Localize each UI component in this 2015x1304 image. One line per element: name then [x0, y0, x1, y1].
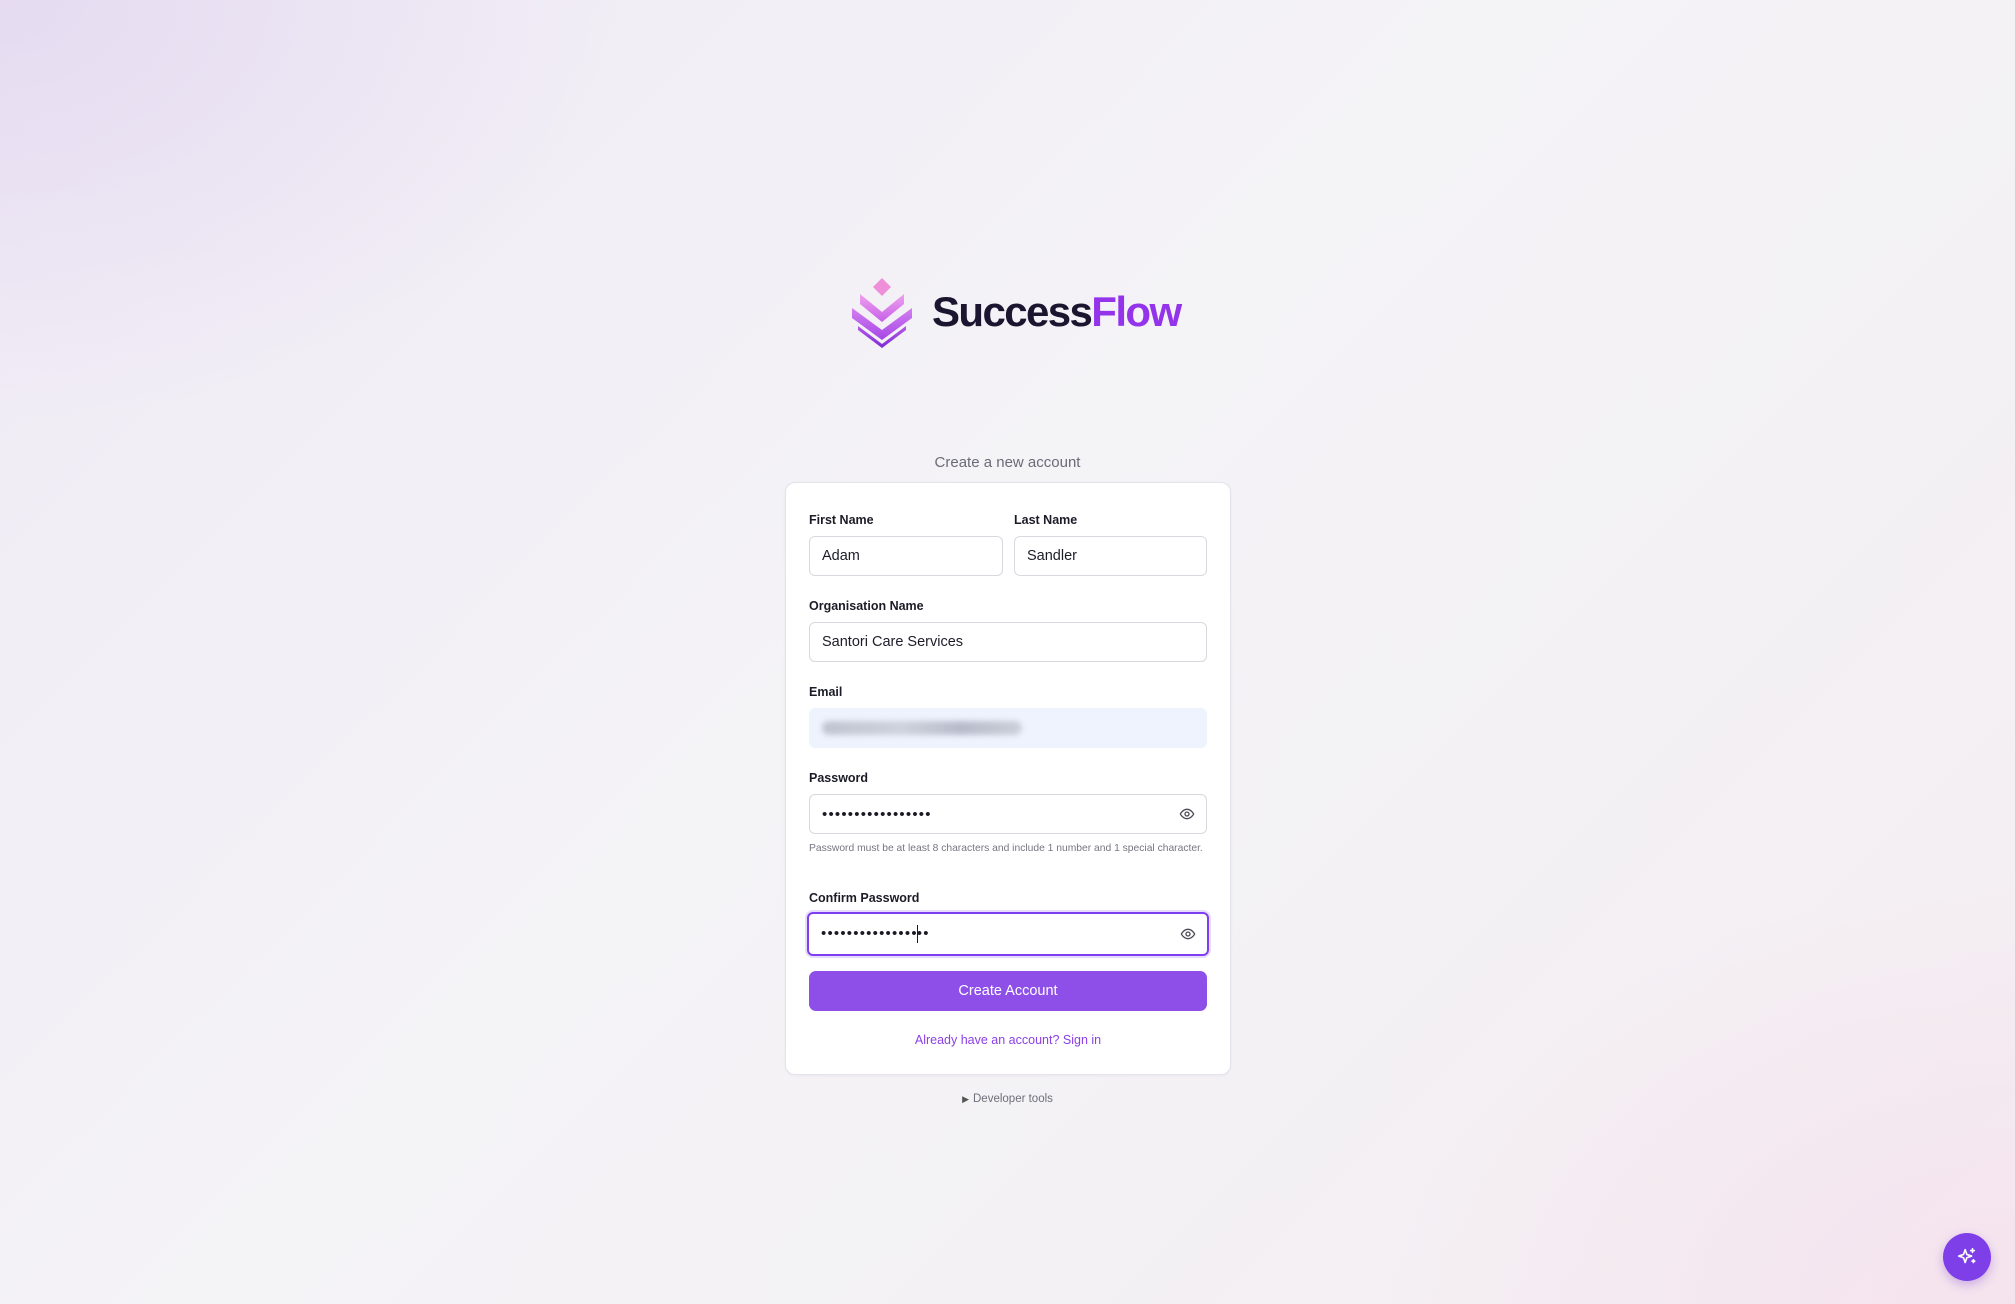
- sparkles-icon: [1957, 1247, 1976, 1264]
- create-account-button[interactable]: Create Account: [809, 971, 1207, 1011]
- first-name-value: Adam: [822, 548, 860, 564]
- password-input[interactable]: •••••••••••••••••: [809, 794, 1207, 834]
- brand-name: SuccessFlow: [932, 288, 1182, 335]
- brand-logo: SuccessFlow: [848, 276, 1182, 348]
- password-label: Password: [809, 771, 869, 785]
- email-input[interactable]: [809, 708, 1207, 748]
- developer-tools-label: Developer tools: [973, 1093, 1053, 1105]
- eye-icon[interactable]: [1179, 925, 1197, 943]
- email-label: Email: [809, 685, 843, 699]
- signup-card: First Name Adam Last Name Sandler Organi…: [785, 482, 1231, 1075]
- confirm-password-input[interactable]: •••••••••••••••••: [807, 912, 1209, 956]
- last-name-input[interactable]: Sandler: [1014, 536, 1207, 576]
- eye-icon[interactable]: [1178, 805, 1196, 823]
- brand-name-part2: Flow: [1091, 288, 1182, 335]
- organisation-input[interactable]: Santori Care Services: [809, 622, 1207, 662]
- confirm-password-value: •••••••••••••••••: [821, 924, 930, 944]
- first-name-label: First Name: [809, 513, 874, 527]
- organisation-label: Organisation Name: [809, 599, 924, 613]
- ai-assistant-button[interactable]: [1943, 1233, 1991, 1281]
- organisation-value: Santori Care Services: [822, 634, 964, 650]
- password-hint: Password must be at least 8 characters a…: [809, 843, 1203, 854]
- brand-name-part1: Success: [932, 288, 1093, 335]
- first-name-input[interactable]: Adam: [809, 536, 1003, 576]
- last-name-value: Sandler: [1027, 548, 1077, 564]
- confirm-password-value-after-caret: ••: [916, 924, 930, 942]
- email-value-redacted: [822, 721, 1022, 735]
- confirm-password-label: Confirm Password: [809, 891, 920, 905]
- logo-icon: [852, 278, 912, 348]
- developer-tools-toggle[interactable]: ▶ Developer tools: [0, 1093, 2015, 1105]
- disclosure-triangle-icon: ▶: [962, 1094, 969, 1104]
- sign-in-link[interactable]: Already have an account? Sign in: [786, 1033, 1230, 1047]
- page-subtitle: Create a new account: [934, 454, 1081, 471]
- last-name-label: Last Name: [1014, 513, 1078, 527]
- password-value: •••••••••••••••••: [822, 805, 932, 823]
- confirm-password-value-before-caret: •••••••••••••••: [821, 924, 918, 942]
